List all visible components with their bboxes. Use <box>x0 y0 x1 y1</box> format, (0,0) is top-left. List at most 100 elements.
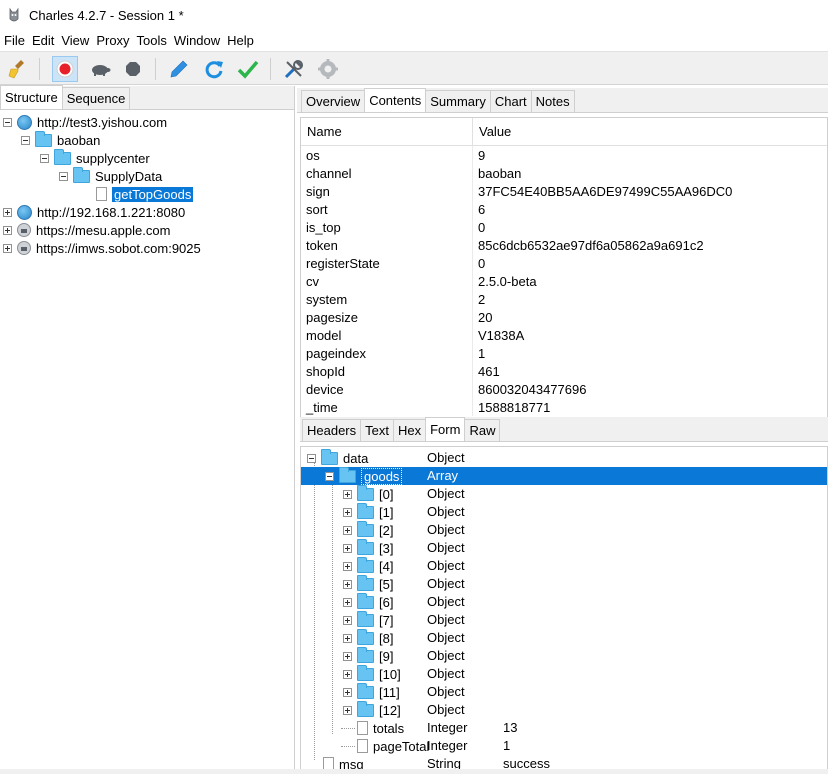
param-row[interactable]: system 2 <box>301 290 827 308</box>
expand-icon[interactable] <box>343 633 352 643</box>
file-icon <box>96 187 107 201</box>
tab-form[interactable]: Form <box>425 417 466 441</box>
tree-item-sobot-host[interactable]: https://imws.sobot.com:9025 <box>3 239 201 257</box>
menu-window[interactable]: Window <box>171 30 223 51</box>
collapse-icon[interactable] <box>59 171 68 181</box>
form-row-pagetotal[interactable]: pageTotal Integer 1 <box>301 737 827 755</box>
tree-item-supplydata[interactable]: SupplyData <box>59 166 162 185</box>
param-row[interactable]: pageindex 1 <box>301 344 827 362</box>
form-row-goods-item[interactable]: [12] Object <box>301 700 827 719</box>
form-row-goods-item[interactable]: [9] Object <box>301 646 827 665</box>
tree-item-test3-host[interactable]: http://test3.yishou.com <box>3 113 167 131</box>
param-value: 6 <box>478 201 486 217</box>
turtle-icon[interactable] <box>87 56 113 82</box>
broom-icon[interactable] <box>5 56 31 82</box>
form-row-goods-item[interactable]: [1] Object <box>301 502 827 521</box>
column-header-name[interactable]: Name <box>301 118 473 145</box>
expand-icon[interactable] <box>343 543 352 553</box>
param-row[interactable]: is_top 0 <box>301 218 827 236</box>
tab-headers[interactable]: Headers <box>302 419 362 441</box>
lock-globe-icon <box>17 241 31 255</box>
hexagon-stop-icon[interactable] <box>120 56 146 82</box>
menu-view[interactable]: View <box>58 30 92 51</box>
expand-icon[interactable] <box>343 687 352 697</box>
expand-icon[interactable] <box>343 507 352 517</box>
param-row[interactable]: registerState 0 <box>301 254 827 272</box>
tree-item-gettopgoods[interactable]: getTopGoods <box>96 185 194 203</box>
form-row-goods-item[interactable]: [0] Object <box>301 484 827 503</box>
tab-summary[interactable]: Summary <box>425 90 491 112</box>
param-row[interactable]: cv 2.5.0-beta <box>301 272 827 290</box>
tree-item-mesu-host[interactable]: https://mesu.apple.com <box>3 221 170 239</box>
menu-file[interactable]: File <box>1 30 28 51</box>
param-value: 37FC54E40BB5AA6DE97499C55AA96DC0 <box>478 183 733 199</box>
param-row[interactable]: token 85c6dcb6532ae97df6a05862a9a691c2 <box>301 236 827 254</box>
param-row[interactable]: sign 37FC54E40BB5AA6DE97499C55AA96DC0 <box>301 182 827 200</box>
param-row[interactable]: device 860032043477696 <box>301 380 827 398</box>
collapse-icon[interactable] <box>40 153 49 163</box>
param-row[interactable]: shopId 461 <box>301 362 827 380</box>
expand-icon[interactable] <box>3 225 12 235</box>
pen-icon[interactable] <box>166 56 192 82</box>
expand-icon[interactable] <box>3 207 12 217</box>
expand-icon[interactable] <box>343 579 352 589</box>
tab-structure[interactable]: Structure <box>0 85 63 109</box>
tab-contents[interactable]: Contents <box>364 88 427 112</box>
tab-notes[interactable]: Notes <box>530 90 575 112</box>
tree-item-supplycenter[interactable]: supplycenter <box>40 148 150 167</box>
param-value: baoban <box>478 165 522 181</box>
form-row-totals[interactable]: totals Integer 13 <box>301 719 827 737</box>
collapse-icon[interactable] <box>3 117 12 127</box>
menu-bar: File Edit View Proxy Tools Window Help <box>0 30 828 51</box>
tab-overview[interactable]: Overview <box>301 90 366 112</box>
param-row[interactable]: pagesize 20 <box>301 308 827 326</box>
expand-icon[interactable] <box>3 243 12 253</box>
tree-item-baoban[interactable]: baoban <box>21 130 100 149</box>
folder-icon <box>321 448 338 465</box>
tab-hex[interactable]: Hex <box>392 419 427 441</box>
tab-chart[interactable]: Chart <box>489 90 532 112</box>
param-row[interactable]: channel baoban <box>301 164 827 182</box>
form-row-goods-item[interactable]: [3] Object <box>301 538 827 557</box>
expand-icon[interactable] <box>343 651 352 661</box>
param-row[interactable]: sort 6 <box>301 200 827 218</box>
expand-icon[interactable] <box>343 669 352 679</box>
form-row-goods[interactable]: goods Array <box>301 466 827 485</box>
record-icon[interactable] <box>52 56 78 82</box>
tab-sequence[interactable]: Sequence <box>61 87 131 109</box>
expand-icon[interactable] <box>343 705 352 715</box>
tools-icon[interactable] <box>281 56 307 82</box>
expand-icon[interactable] <box>343 489 352 499</box>
collapse-icon[interactable] <box>21 135 30 145</box>
form-row-goods-item[interactable]: [8] Object <box>301 628 827 647</box>
collapse-icon[interactable] <box>307 453 316 463</box>
refresh-icon[interactable] <box>201 56 227 82</box>
form-row-goods-item[interactable]: [2] Object <box>301 520 827 539</box>
menu-tools[interactable]: Tools <box>134 30 170 51</box>
form-row-goods-item[interactable]: [11] Object <box>301 682 827 701</box>
form-row-goods-item[interactable]: [6] Object <box>301 592 827 611</box>
param-row[interactable]: _time 1588818771 <box>301 398 827 416</box>
param-row[interactable]: os 9 <box>301 146 827 164</box>
settings-gear-icon[interactable] <box>315 56 341 82</box>
tab-text[interactable]: Text <box>360 419 394 441</box>
param-row[interactable]: model V1838A <box>301 326 827 344</box>
collapse-icon[interactable] <box>325 471 334 481</box>
form-row-goods-item[interactable]: [10] Object <box>301 664 827 683</box>
menu-help[interactable]: Help <box>224 30 257 51</box>
form-row-data[interactable]: data Object <box>301 448 827 467</box>
expand-icon[interactable] <box>343 525 352 535</box>
tree-item-192-host[interactable]: http://192.168.1.221:8080 <box>3 203 185 221</box>
form-row-goods-item[interactable]: [7] Object <box>301 610 827 629</box>
request-params-table: Name Value os 9 channel baoban sign 37FC54E40… <box>300 117 828 419</box>
column-header-value[interactable]: Value <box>473 124 511 139</box>
form-row-goods-item[interactable]: [4] Object <box>301 556 827 575</box>
expand-icon[interactable] <box>343 561 352 571</box>
menu-proxy[interactable]: Proxy <box>93 30 132 51</box>
check-icon[interactable] <box>235 56 261 82</box>
expand-icon[interactable] <box>343 597 352 607</box>
menu-edit[interactable]: Edit <box>29 30 57 51</box>
form-row-goods-item[interactable]: [5] Object <box>301 574 827 593</box>
tab-raw[interactable]: Raw <box>464 419 501 441</box>
expand-icon[interactable] <box>343 615 352 625</box>
